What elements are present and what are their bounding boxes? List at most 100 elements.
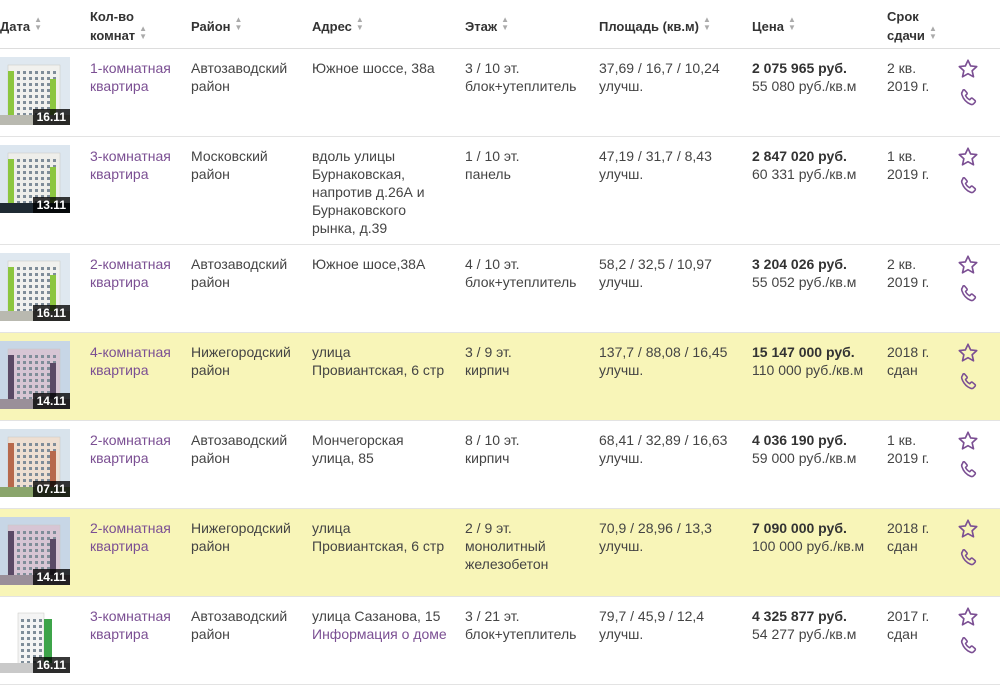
area-text: улучш. (599, 362, 644, 378)
star-icon[interactable] (957, 518, 981, 542)
district-text: район (191, 626, 230, 642)
listing-row: 14.11 4-комнатная квартира Нижегородский рай… (0, 333, 1000, 421)
listing-photo[interactable]: 16.11 (0, 57, 70, 125)
listing-row: 16.11 3-комнатная квартира Автозаводский рай… (0, 597, 1000, 685)
listing-photo-cell[interactable]: 16.11 (0, 253, 70, 321)
district-text: Автозаводский (191, 608, 288, 624)
sort-icon: ▲ ▼ (702, 15, 711, 32)
district-text: Автозаводский (191, 256, 288, 272)
phone-icon[interactable] (957, 86, 981, 110)
phone-icon[interactable] (957, 546, 981, 570)
address-cell: Южное шоссе, 38а (312, 59, 457, 77)
sort-by-deadline[interactable]: Срок сдачи ▲ ▼ (887, 9, 937, 44)
star-icon[interactable] (957, 146, 981, 170)
floor-cell: 2 / 9 эт. монолитный железобетон (465, 519, 595, 573)
header-address-label: Адрес (312, 19, 352, 34)
sort-by-price[interactable]: Цена ▲ ▼ (752, 16, 796, 35)
floor-text: блок+утеплитель (465, 626, 577, 642)
listing-photo[interactable]: 13.11 (0, 145, 70, 213)
area-text: 47,19 / 31,7 / 8,43 (599, 148, 712, 164)
listing-photo[interactable]: 14.11 (0, 341, 70, 409)
area-text: 79,7 / 45,9 / 12,4 (599, 608, 705, 624)
star-icon[interactable] (957, 342, 981, 366)
listing-photo-cell[interactable]: 07.11 (0, 429, 70, 497)
listing-photo[interactable]: 16.11 (0, 253, 70, 321)
phone-icon[interactable] (957, 458, 981, 482)
rooms-link[interactable]: 4-комнатная квартира (90, 343, 185, 379)
floor-text: 3 / 10 эт. (465, 60, 520, 76)
header-area-label: Площадь (кв.м) (599, 19, 699, 34)
rooms-link[interactable]: 3-комнатная квартира (90, 147, 185, 183)
star-icon[interactable] (957, 254, 981, 278)
sort-by-area[interactable]: Площадь (кв.м) ▲ ▼ (599, 16, 711, 35)
sort-by-rooms[interactable]: Кол-во комнат ▲ ▼ (90, 9, 147, 44)
deadline-text: 2017 г. (887, 608, 930, 624)
listing-photo[interactable]: 16.11 (0, 605, 70, 673)
floor-cell: 8 / 10 эт. кирпич (465, 431, 595, 467)
listings-table: Дата ▲ ▼ Кол-во комнат ▲ ▼ Район ▲ ▼ Адрес ▲ ▼ Эт… (0, 0, 1000, 685)
floor-cell: 1 / 10 эт. панель (465, 147, 595, 183)
table-body: 16.11 1-комнатная квартира Автозаводский рай… (0, 49, 1000, 685)
address-cell: улица Сазанова, 15 Информация о доме (312, 607, 457, 643)
rooms-text: 1-комнатная (90, 60, 171, 76)
sort-by-address[interactable]: Адрес ▲ ▼ (312, 16, 364, 35)
floor-text: 3 / 9 эт. (465, 344, 512, 360)
area-cell: 137,7 / 88,08 / 16,45 улучш. (599, 343, 749, 379)
row-actions (957, 606, 985, 662)
phone-icon[interactable] (957, 282, 981, 306)
address-text: улица, 85 (312, 450, 374, 466)
area-text: 58,2 / 32,5 / 10,97 (599, 256, 712, 272)
deadline-text: сдан (887, 626, 918, 642)
listing-photo[interactable]: 07.11 (0, 429, 70, 497)
star-icon[interactable] (957, 58, 981, 82)
sort-icon: ▲ ▼ (34, 15, 43, 32)
district-text: Автозаводский (191, 432, 288, 448)
phone-icon[interactable] (957, 634, 981, 658)
address-text: улица (312, 520, 351, 536)
rooms-link[interactable]: 3-комнатная квартира (90, 607, 185, 643)
listing-photo-cell[interactable]: 13.11 (0, 145, 70, 213)
floor-text: блок+утеплитель (465, 274, 577, 290)
listing-photo-cell[interactable]: 16.11 (0, 605, 70, 673)
area-text: 68,41 / 32,89 / 16,63 (599, 432, 728, 448)
price-cell: 7 090 000 руб. 100 000 руб./кв.м (752, 519, 882, 555)
rooms-link[interactable]: 2-комнатная квартира (90, 519, 185, 555)
district-text: район (191, 78, 230, 94)
phone-icon[interactable] (957, 174, 981, 198)
floor-text: монолитный (465, 538, 546, 554)
district-cell: Нижегородский район (191, 343, 306, 379)
floor-text: панель (465, 166, 511, 182)
floor-cell: 4 / 10 эт. блок+утеплитель (465, 255, 595, 291)
house-info-link[interactable]: Информация о доме (312, 625, 457, 643)
sort-by-district[interactable]: Район ▲ ▼ (191, 16, 242, 35)
address-text: улица (312, 344, 351, 360)
price-cell: 2 075 965 руб. 55 080 руб./кв.м (752, 59, 882, 95)
address-cell: Мончегорская улица, 85 (312, 431, 457, 467)
sort-icon: ▲ ▼ (355, 15, 364, 32)
price-cell: 3 204 026 руб. 55 052 руб./кв.м (752, 255, 882, 291)
sort-icon: ▲ ▼ (501, 15, 509, 32)
price-total: 15 147 000 руб. (752, 344, 855, 360)
star-icon[interactable] (957, 606, 981, 630)
star-icon[interactable] (957, 430, 981, 454)
sort-by-date[interactable]: Дата ▲ ▼ (0, 16, 42, 35)
listing-photo-cell[interactable]: 14.11 (0, 341, 70, 409)
rooms-text: 4-комнатная (90, 344, 171, 360)
floor-cell: 3 / 9 эт. кирпич (465, 343, 595, 379)
price-per-m2: 59 000 руб./кв.м (752, 450, 857, 466)
address-cell: улица Провиантская, 6 стр (312, 343, 457, 379)
rooms-link[interactable]: 2-комнатная квартира (90, 255, 185, 291)
rooms-link[interactable]: 2-комнатная квартира (90, 431, 185, 467)
sort-by-floor[interactable]: Этаж ▲ ▼ (465, 16, 509, 35)
deadline-text: 2018 г. (887, 344, 930, 360)
listing-photo-cell[interactable]: 16.11 (0, 57, 70, 125)
phone-icon[interactable] (957, 370, 981, 394)
sort-icon: ▲ ▼ (787, 15, 796, 32)
sort-icon: ▲ ▼ (139, 24, 148, 41)
listing-photo[interactable]: 14.11 (0, 517, 70, 585)
rooms-text: 2-комнатная (90, 256, 171, 272)
district-text: район (191, 538, 230, 554)
area-text: улучш. (599, 166, 644, 182)
listing-photo-cell[interactable]: 14.11 (0, 517, 70, 585)
rooms-link[interactable]: 1-комнатная квартира (90, 59, 185, 95)
